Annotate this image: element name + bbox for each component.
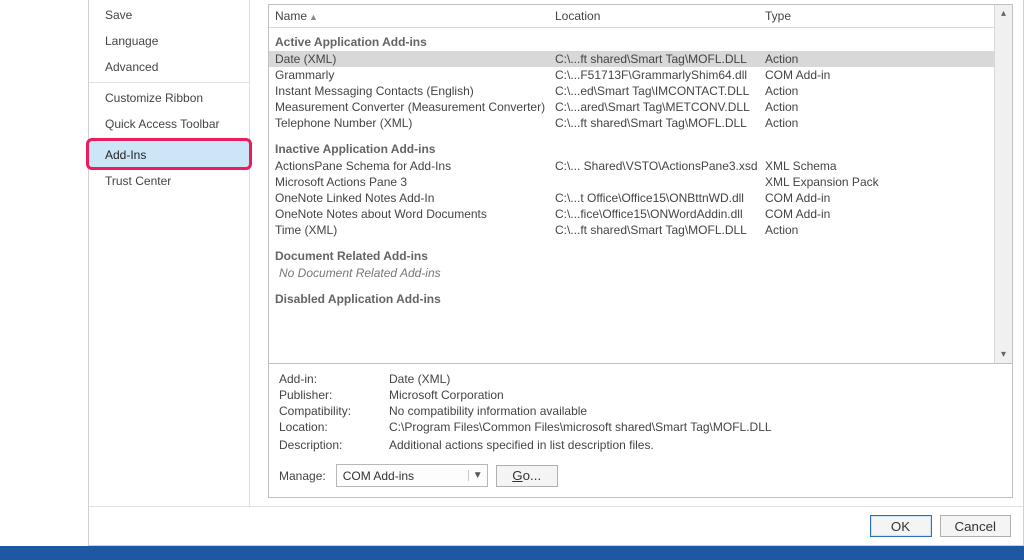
nav-item-add-ins[interactable]: Add-Ins <box>89 139 249 168</box>
cell-type: COM Add-in <box>765 191 988 205</box>
nav-item-advanced[interactable]: Advanced <box>89 54 249 80</box>
value-location: C:\Program Files\Common Files\microsoft … <box>389 420 1002 434</box>
scroll-down-icon[interactable]: ▾ <box>995 346 1012 363</box>
value-compatibility: No compatibility information available <box>389 404 1002 418</box>
scroll-up-icon[interactable]: ▴ <box>995 5 1012 22</box>
cell-type: COM Add-in <box>765 207 988 221</box>
cell-location <box>555 175 765 189</box>
cell-name: OneNote Notes about Word Documents <box>275 207 555 221</box>
addin-details: Add-in: Date (XML) Publisher: Microsoft … <box>268 364 1013 498</box>
group-header: Active Application Add-ins <box>269 30 994 51</box>
chevron-down-icon: ▼ <box>468 470 487 481</box>
cell-type: XML Schema <box>765 159 988 173</box>
manage-combobox[interactable]: COM Add-ins ▼ <box>336 464 488 487</box>
cell-location: C:\... Shared\VSTO\ActionsPane3.xsd <box>555 159 765 173</box>
table-row[interactable]: Microsoft Actions Pane 3 XML Expansion Pa… <box>269 174 994 190</box>
addins-table: Name▲ Location Type Active Application A… <box>268 4 1013 364</box>
table-header: Name▲ Location Type <box>269 5 994 28</box>
table-row[interactable]: Date (XML)C:\...ft shared\Smart Tag\MOFL… <box>269 51 994 67</box>
cell-location: C:\...ft shared\Smart Tag\MOFL.DLL <box>555 223 765 237</box>
cell-location: C:\...ft shared\Smart Tag\MOFL.DLL <box>555 52 765 66</box>
cell-type: Action <box>765 84 988 98</box>
taskbar[interactable] <box>0 546 1024 560</box>
group-header: Disabled Application Add-ins <box>269 287 994 308</box>
label-compatibility: Compatibility: <box>279 404 379 418</box>
col-name-label: Name <box>275 9 307 23</box>
vertical-scrollbar[interactable]: ▴ ▾ <box>994 5 1012 363</box>
nav-item-language[interactable]: Language <box>89 28 249 54</box>
cell-name: Grammarly <box>275 68 555 82</box>
col-location[interactable]: Location <box>555 9 765 23</box>
sort-asc-icon: ▲ <box>309 12 318 22</box>
cell-location: C:\...ed\Smart Tag\IMCONTACT.DLL <box>555 84 765 98</box>
cell-name: ActionsPane Schema for Add-Ins <box>275 159 555 173</box>
value-addin: Date (XML) <box>389 372 1002 386</box>
label-publisher: Publisher: <box>279 388 379 402</box>
cell-name: Measurement Converter (Measurement Conve… <box>275 100 555 114</box>
label-addin: Add-in: <box>279 372 379 386</box>
cell-type: Action <box>765 52 988 66</box>
cell-name: OneNote Linked Notes Add-In <box>275 191 555 205</box>
cell-location: C:\...t Office\Office15\ONBttnWD.dll <box>555 191 765 205</box>
addins-panel: Name▲ Location Type Active Application A… <box>250 0 1023 506</box>
cell-name: Time (XML) <box>275 223 555 237</box>
label-description: Description: <box>279 438 379 452</box>
cell-name: Microsoft Actions Pane 3 <box>275 175 555 189</box>
ok-button[interactable]: OK <box>870 515 932 537</box>
cell-name: Date (XML) <box>275 52 555 66</box>
dialog-body: Save Language Advanced Customize Ribbon … <box>89 0 1023 506</box>
options-nav: Save Language Advanced Customize Ribbon … <box>89 0 250 506</box>
value-description: Additional actions specified in list des… <box>389 438 1002 452</box>
manage-row: Manage: COM Add-ins ▼ Go... <box>279 464 1002 487</box>
nav-item-trust-center[interactable]: Trust Center <box>89 168 249 194</box>
cancel-button[interactable]: Cancel <box>940 515 1012 537</box>
col-type[interactable]: Type <box>765 9 988 23</box>
cell-location: C:\...fice\Office15\ONWordAddin.dll <box>555 207 765 221</box>
options-dialog: Save Language Advanced Customize Ribbon … <box>88 0 1024 546</box>
table-row[interactable]: Telephone Number (XML)C:\...ft shared\Sm… <box>269 115 994 131</box>
cell-type: Action <box>765 223 988 237</box>
value-publisher: Microsoft Corporation <box>389 388 1002 402</box>
dialog-footer: OK Cancel <box>89 506 1023 545</box>
table-body: Active Application Add-insDate (XML)C:\.… <box>269 28 994 363</box>
cell-name: Instant Messaging Contacts (English) <box>275 84 555 98</box>
table-row[interactable]: Time (XML)C:\...ft shared\Smart Tag\MOFL… <box>269 222 994 238</box>
group-header: Inactive Application Add-ins <box>269 137 994 158</box>
table-row[interactable]: ActionsPane Schema for Add-InsC:\... Sha… <box>269 158 994 174</box>
cell-type: Action <box>765 116 988 130</box>
table-row[interactable]: GrammarlyC:\...F51713F\GrammarlyShim64.d… <box>269 67 994 83</box>
cell-name: Telephone Number (XML) <box>275 116 555 130</box>
empty-text: No Document Related Add-ins <box>275 266 559 280</box>
label-location: Location: <box>279 420 379 434</box>
cell-type: Action <box>765 100 988 114</box>
cell-type: XML Expansion Pack <box>765 175 988 189</box>
nav-item-customize-ribbon[interactable]: Customize Ribbon <box>89 82 249 111</box>
table-row[interactable]: Measurement Converter (Measurement Conve… <box>269 99 994 115</box>
nav-item-save[interactable]: Save <box>89 2 249 28</box>
manage-combobox-value: COM Add-ins <box>337 469 468 483</box>
table-row[interactable]: OneNote Linked Notes Add-InC:\...t Offic… <box>269 190 994 206</box>
label-manage: Manage: <box>279 469 326 483</box>
nav-item-quick-access-toolbar[interactable]: Quick Access Toolbar <box>89 111 249 137</box>
table-row[interactable]: OneNote Notes about Word DocumentsC:\...… <box>269 206 994 222</box>
table-row-empty: No Document Related Add-ins <box>269 265 994 281</box>
cell-location: C:\...ft shared\Smart Tag\MOFL.DLL <box>555 116 765 130</box>
go-button[interactable]: Go... <box>496 465 558 487</box>
col-name[interactable]: Name▲ <box>275 9 555 23</box>
cell-location: C:\...F51713F\GrammarlyShim64.dll <box>555 68 765 82</box>
cell-type: COM Add-in <box>765 68 988 82</box>
cell-location: C:\...ared\Smart Tag\METCONV.DLL <box>555 100 765 114</box>
group-header: Document Related Add-ins <box>269 244 994 265</box>
table-row[interactable]: Instant Messaging Contacts (English)C:\.… <box>269 83 994 99</box>
